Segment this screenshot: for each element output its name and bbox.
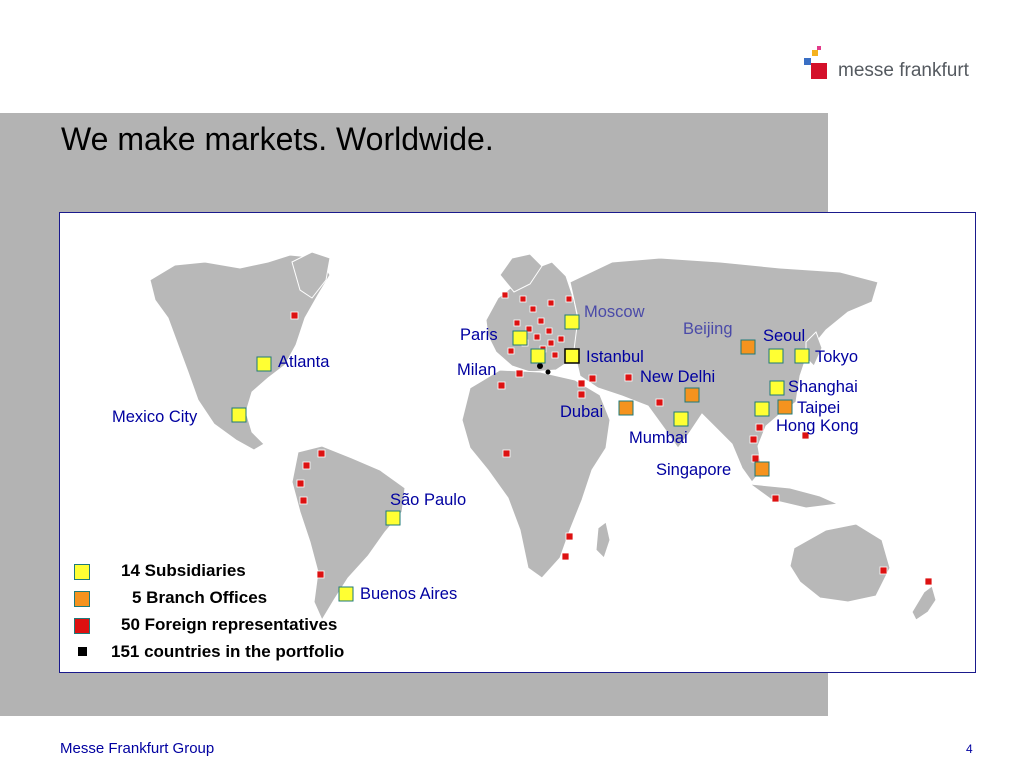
rep-marker xyxy=(316,570,325,579)
continents xyxy=(149,251,937,622)
branch-new-delhi-marker xyxy=(684,387,700,403)
rep-marker xyxy=(497,381,506,390)
rep-marker xyxy=(924,577,933,586)
branch-singapore-marker xyxy=(754,461,770,477)
city-label-dubai: Dubai xyxy=(560,403,604,421)
australia xyxy=(789,523,891,603)
city-label-istanbul: Istanbul xyxy=(586,348,644,366)
rep-marker xyxy=(577,390,586,399)
city-label-atlanta: Atlanta xyxy=(278,353,330,371)
branch-dubai-marker xyxy=(618,400,634,416)
rep-marker xyxy=(296,479,305,488)
rep-marker xyxy=(547,299,555,307)
legend-country-swatch xyxy=(78,647,87,656)
rep-marker xyxy=(299,496,308,505)
sub-milan-marker xyxy=(530,348,546,364)
city-label-milan: Milan xyxy=(457,361,497,379)
rep-marker xyxy=(502,449,511,458)
sub-atlanta-marker xyxy=(256,356,272,372)
rep-marker xyxy=(655,398,664,407)
rep-marker xyxy=(749,435,758,444)
rep-marker xyxy=(588,374,597,383)
legend-countries: 151 countries in the portfolio xyxy=(111,642,345,661)
rep-marker xyxy=(545,327,553,335)
sub-tokyo-marker xyxy=(794,348,810,364)
rep-marker xyxy=(501,291,509,299)
sub-shanghai-marker xyxy=(769,380,785,396)
rep-marker xyxy=(547,339,555,347)
indonesia xyxy=(748,483,840,509)
rep-marker xyxy=(565,295,573,303)
city-label-paris: Paris xyxy=(460,326,498,344)
rep-marker xyxy=(302,461,311,470)
branch-taipei-marker xyxy=(777,399,793,415)
sub-moscow-marker xyxy=(564,314,580,330)
city-label-moscow: Moscow xyxy=(584,303,645,321)
footer-company: Messe Frankfurt Group xyxy=(60,740,215,757)
madagascar xyxy=(595,521,611,559)
sub-mexico-city-marker xyxy=(231,407,247,423)
rep-marker xyxy=(561,552,570,561)
rep-marker xyxy=(751,454,760,463)
rep-marker xyxy=(515,369,524,378)
city-label-singapore: Singapore xyxy=(656,461,732,479)
rep-marker xyxy=(507,347,515,355)
rep-marker xyxy=(577,379,586,388)
rep-marker xyxy=(565,532,574,541)
sub-hong-kong-marker xyxy=(754,401,770,417)
page-number: 4 xyxy=(966,742,973,756)
asia xyxy=(569,257,879,483)
city-label-mumbai: Mumbai xyxy=(629,429,688,447)
city-label-sao-paulo: São Paulo xyxy=(390,491,467,509)
legend-foreign-reps: 50 Foreign representatives xyxy=(121,615,338,634)
city-label-new-delhi: New Delhi xyxy=(640,368,716,386)
country-dot xyxy=(545,369,551,375)
country-dot xyxy=(537,363,543,369)
sub-paris-marker xyxy=(512,330,528,346)
sub-seoul-marker xyxy=(768,348,784,364)
rep-marker xyxy=(537,317,545,325)
city-label-mexico-city: Mexico City xyxy=(112,408,198,426)
rep-marker xyxy=(771,494,780,503)
sub-mumbai-marker xyxy=(673,411,689,427)
sub-buenos-aires-marker xyxy=(338,586,354,602)
legend-subsidiary-swatch xyxy=(74,564,90,580)
rep-marker xyxy=(624,373,633,382)
rep-marker xyxy=(317,449,326,458)
city-label-seoul: Seoul xyxy=(763,327,806,345)
legend-branch-swatch xyxy=(74,591,90,607)
rep-marker xyxy=(513,319,521,327)
rep-marker xyxy=(551,351,559,359)
new-zealand xyxy=(911,585,937,621)
rep-marker xyxy=(557,335,565,343)
city-label-taipei: Taipei xyxy=(797,399,841,417)
legend-representative-swatch xyxy=(74,618,90,634)
rep-marker xyxy=(290,311,299,320)
legend-subsidiaries: 14 Subsidiaries xyxy=(121,561,246,580)
rep-marker xyxy=(533,333,541,341)
city-label-shanghai: Shanghai xyxy=(788,378,858,396)
rep-marker xyxy=(879,566,888,575)
rep-marker xyxy=(529,305,537,313)
africa xyxy=(461,369,611,579)
legend-branch-offices: 5 Branch Offices xyxy=(132,588,268,607)
city-label-tokyo: Tokyo xyxy=(815,348,859,366)
city-label-beijing: Beijing xyxy=(683,320,733,338)
rep-marker xyxy=(519,295,527,303)
sub-istanbul-marker xyxy=(564,348,580,364)
city-label-hong-kong: Hong Kong xyxy=(776,417,859,435)
city-label-buenos-aires: Buenos Aires xyxy=(360,585,458,603)
rep-marker xyxy=(755,423,764,432)
branch-beijing-marker xyxy=(740,339,756,355)
sub-sao-paulo-marker xyxy=(385,510,401,526)
